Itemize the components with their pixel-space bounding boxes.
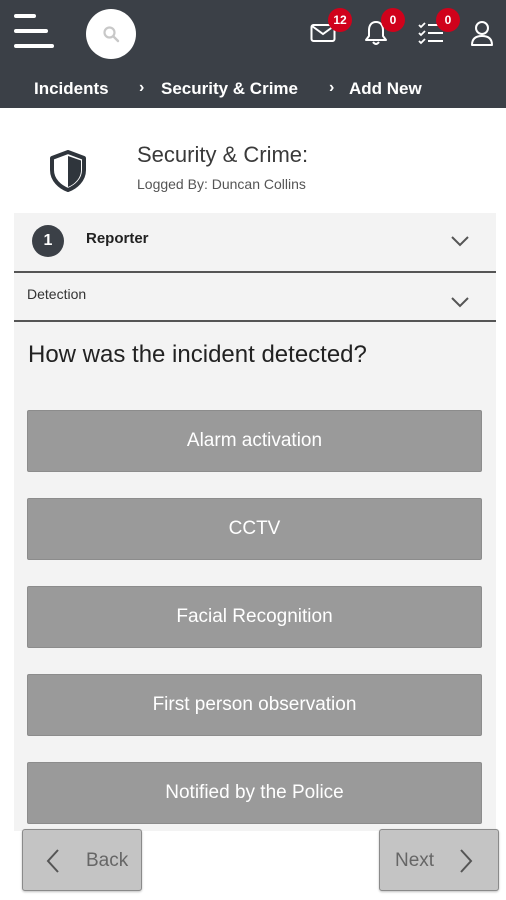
- search-icon: [103, 26, 120, 43]
- tasks-button[interactable]: 0: [416, 8, 460, 48]
- incident-form: 1 Reporter Detection How was the inciden…: [14, 213, 496, 831]
- search-button[interactable]: [86, 9, 136, 59]
- top-bar: 12 0 0 Incidents › Security & Crime › Ad…: [0, 0, 506, 108]
- step-number-badge: 1: [32, 225, 64, 257]
- chevron-down-icon: [451, 297, 469, 308]
- back-button[interactable]: Back: [22, 829, 142, 891]
- user-icon: [471, 21, 493, 46]
- shield-icon: [50, 150, 86, 192]
- breadcrumb-chevron-icon: ›: [139, 79, 145, 96]
- profile-button[interactable]: [467, 18, 497, 48]
- chevron-left-icon: [46, 849, 59, 873]
- notification-count-badge: 0: [381, 8, 405, 32]
- step-detection-label: Detection: [27, 286, 87, 302]
- breadcrumb-incidents[interactable]: Incidents: [34, 79, 109, 99]
- next-button[interactable]: Next: [379, 829, 499, 891]
- tasks-count-badge: 0: [436, 8, 460, 32]
- notifications-button[interactable]: 0: [361, 8, 405, 48]
- question-text: How was the incident detected?: [28, 341, 367, 368]
- menu-icon[interactable]: [14, 12, 56, 50]
- step-detection[interactable]: Detection: [14, 274, 496, 322]
- next-button-label: Next: [395, 850, 435, 871]
- step-reporter-label: Reporter: [86, 230, 149, 247]
- chevron-down-icon: [451, 236, 469, 247]
- step-reporter[interactable]: 1 Reporter: [14, 213, 496, 273]
- option-first-person-observation[interactable]: First person observation: [27, 674, 482, 736]
- breadcrumb: Incidents › Security & Crime › Add New: [0, 76, 506, 104]
- logged-by-text: Logged By: Duncan Collins: [137, 176, 306, 192]
- breadcrumb-add-new: Add New: [349, 79, 422, 98]
- breadcrumb-security-crime[interactable]: Security & Crime: [161, 79, 298, 99]
- option-facial-recognition[interactable]: Facial Recognition: [27, 586, 482, 648]
- option-alarm-activation[interactable]: Alarm activation: [27, 410, 482, 472]
- chevron-right-icon: [460, 849, 473, 873]
- mail-button[interactable]: 12: [308, 8, 352, 48]
- back-button-label: Back: [86, 850, 129, 871]
- page-title: Security & Crime:: [137, 142, 309, 167]
- breadcrumb-chevron-icon: ›: [329, 79, 335, 96]
- incident-header: Security & Crime: Logged By: Duncan Coll…: [0, 108, 506, 212]
- option-cctv[interactable]: CCTV: [27, 498, 482, 560]
- option-notified-by-police[interactable]: Notified by the Police: [27, 762, 482, 824]
- mail-count-badge: 12: [328, 8, 352, 32]
